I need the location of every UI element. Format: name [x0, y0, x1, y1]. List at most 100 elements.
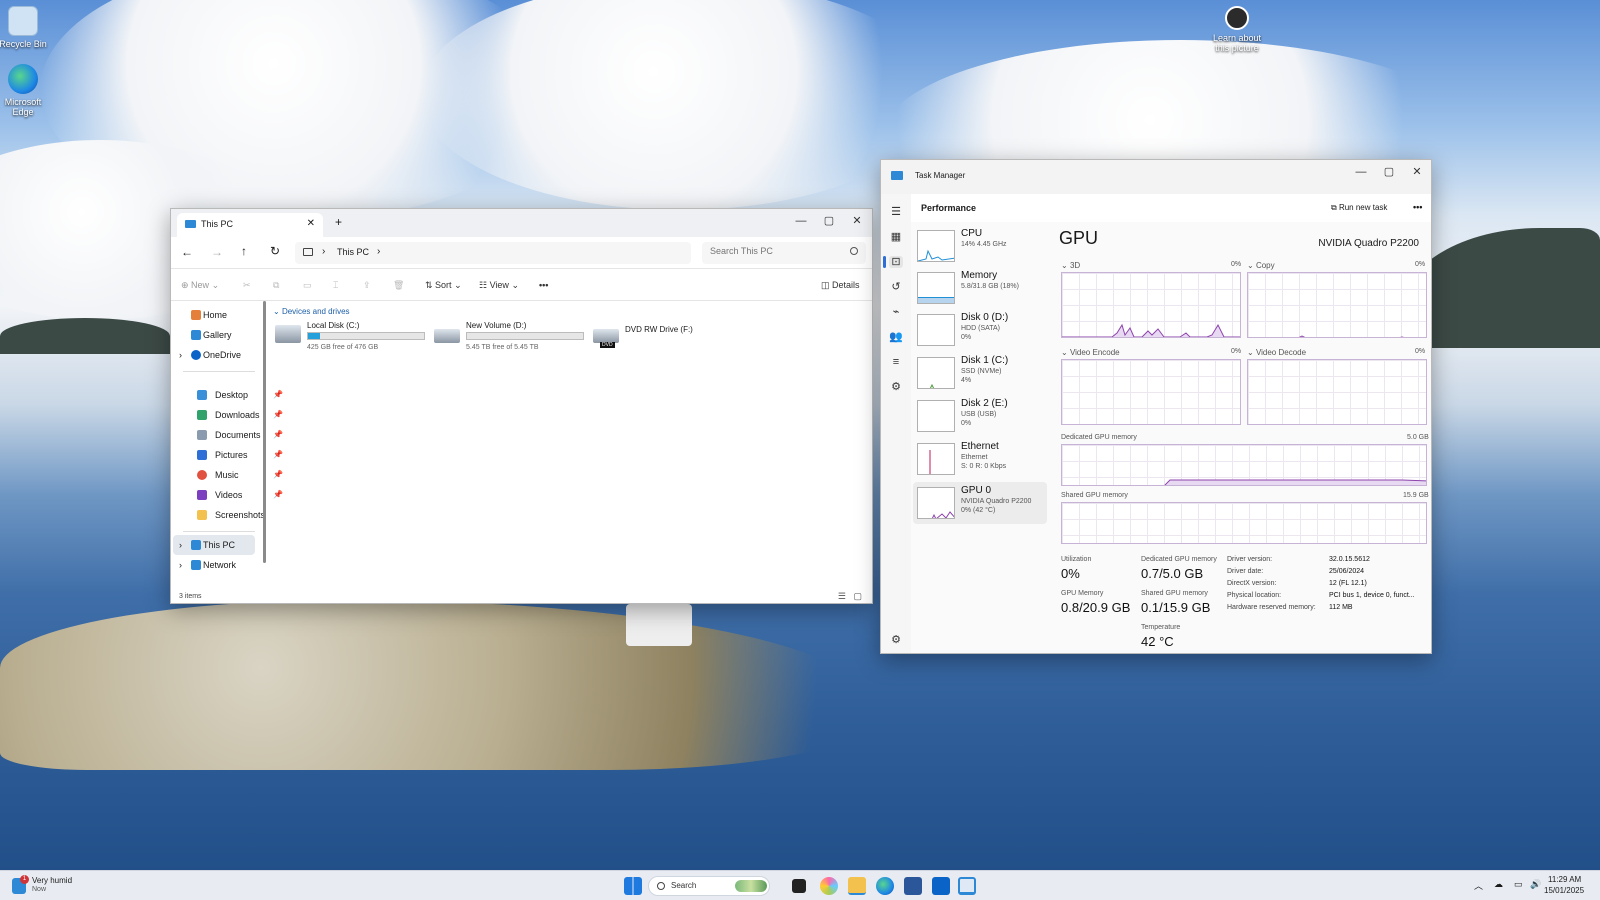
new-button[interactable]: ⊕ New ⌄ — [181, 275, 219, 295]
list-view-icon[interactable]: ☰ — [838, 591, 846, 602]
nav-network[interactable]: › Network — [173, 555, 255, 575]
perf-item-disk-2[interactable]: Disk 2 (E:) USB (USB) 0% — [917, 398, 1039, 440]
chevron-right-icon: › — [322, 246, 326, 257]
close-tab-icon[interactable]: ✕ — [307, 218, 315, 229]
search-icon — [850, 247, 858, 255]
detail-value: 32.0.15.5612 — [1329, 556, 1370, 563]
perf-item-cpu[interactable]: CPU 14% 4.45 GHz — [917, 228, 1039, 270]
sort-button[interactable]: ⇅ Sort ⌄ — [425, 275, 462, 295]
gallery-icon — [191, 330, 201, 340]
view-button[interactable]: ☷ View ⌄ — [479, 275, 519, 295]
more-options-button[interactable]: ••• — [539, 275, 548, 295]
maximize-icon[interactable]: ▢ — [1375, 160, 1403, 184]
perf-item-disk-1[interactable]: Disk 1 (C:) SSD (NVMe) 4% — [917, 355, 1039, 397]
gpu-heading: GPU — [1059, 228, 1099, 248]
engine-label-video-encode[interactable]: ⌄ Video Encode — [1061, 348, 1120, 357]
task-manager-icon[interactable] — [958, 877, 976, 895]
desktop-icon-recycle-bin[interactable]: Recycle Bin — [0, 6, 53, 49]
nav-scrollbar[interactable] — [263, 301, 266, 563]
minimize-icon[interactable]: — — [787, 209, 815, 233]
perf-resource-list: CPU 14% 4.45 GHz Memory 5.8/31.8 GB (18%… — [881, 224, 1047, 524]
chevron-right-icon: › — [179, 350, 182, 360]
detail-value: 12 (FL 12.1) — [1329, 580, 1367, 587]
forward-icon[interactable]: → — [211, 245, 223, 259]
detail-key: Driver version: — [1227, 556, 1273, 563]
copilot-icon[interactable] — [820, 877, 838, 895]
details-button[interactable]: ◫ Details — [821, 275, 860, 295]
cloud-icon[interactable]: ☁ — [1494, 879, 1503, 890]
search-input[interactable] — [710, 246, 840, 256]
explorer-tab-strip: This PC ✕ + — ▢ ✕ — [171, 209, 872, 237]
perf-item-memory[interactable]: Memory 5.8/31.8 GB (18%) — [917, 270, 1039, 312]
search-box[interactable] — [702, 242, 866, 264]
dedicated-stat-label: Dedicated GPU memory — [1141, 556, 1217, 563]
status-bar: 3 items ☰ ▢ — [171, 591, 872, 603]
address-bar[interactable]: › This PC › — [295, 242, 691, 264]
delete-icon[interactable]: 🗑 — [393, 275, 404, 295]
weather-widget[interactable]: 1 Very humid Now — [10, 875, 100, 897]
run-new-task-button[interactable]: ⧉ Run new task — [1331, 203, 1387, 213]
perf-item-gpu-0[interactable]: GPU 0 NVIDIA Quadro P2200 0% (42 °C) — [913, 482, 1047, 524]
engine-label-copy[interactable]: ⌄ Copy — [1247, 261, 1275, 270]
nav-onedrive[interactable]: › OneDrive — [171, 345, 255, 365]
drive-dvd-f[interactable]: DVD DVD RW Drive (F:) — [593, 321, 743, 357]
nav-home[interactable]: Home — [171, 305, 255, 325]
tiles-view-icon[interactable]: ▢ — [853, 591, 862, 602]
dvd-drive-icon — [593, 329, 619, 343]
rename-icon[interactable]: ⌶ — [333, 275, 338, 295]
network-icon — [191, 560, 201, 570]
new-tab-icon[interactable]: + — [335, 215, 342, 229]
back-icon[interactable]: ← — [181, 245, 193, 259]
maximize-icon[interactable]: ▢ — [815, 209, 843, 233]
close-icon[interactable]: ✕ — [1403, 160, 1431, 184]
share-icon[interactable]: ⇪ — [363, 275, 371, 295]
cut-icon[interactable]: ✂ — [243, 275, 251, 295]
gpu-detail-pane: GPU NVIDIA Quadro P2200 ⌄ 3D 0% ⌄ Copy 0… — [1051, 224, 1429, 653]
graph-dedicated-memory — [1061, 444, 1427, 486]
file-explorer-icon[interactable] — [848, 877, 866, 895]
drive-local-c[interactable]: Local Disk (C:) 425 GB free of 476 GB — [275, 321, 425, 357]
taskbar-search[interactable]: Search — [648, 876, 770, 896]
engine-label-video-decode[interactable]: ⌄ Video Decode — [1247, 348, 1306, 357]
drive-new-volume-d[interactable]: New Volume (D:) 5.45 TB free of 5.45 TB — [434, 321, 584, 357]
weather-subtitle: Now — [32, 886, 47, 893]
store-icon[interactable] — [904, 877, 922, 895]
edge-icon[interactable] — [876, 877, 894, 895]
settings-icon[interactable]: ⚙ — [889, 634, 903, 646]
volume-icon[interactable]: 🔊 — [1530, 879, 1541, 890]
utilization-label: Utilization — [1061, 556, 1092, 563]
shared-memory-label: Shared GPU memory — [1061, 492, 1128, 499]
cloud-icon — [191, 350, 201, 360]
refresh-icon[interactable]: ↻ — [270, 244, 280, 258]
chevron-up-icon[interactable]: ︿ — [1474, 879, 1483, 892]
hamburger-menu-icon[interactable]: ☰ — [889, 206, 903, 218]
desktop-icon-learn-picture[interactable]: Learn about this picture — [1207, 6, 1267, 53]
paste-icon[interactable]: ▭ — [303, 275, 312, 295]
up-icon[interactable]: ↑ — [241, 244, 247, 258]
task-view-icon[interactable] — [792, 879, 806, 893]
dedicated-memory-label: Dedicated GPU memory — [1061, 434, 1137, 441]
section-header[interactable]: ⌄ Devices and drives — [273, 307, 350, 316]
engine-label-3d[interactable]: ⌄ 3D — [1061, 261, 1080, 270]
start-icon[interactable] — [624, 877, 642, 895]
more-options-button[interactable]: ••• — [1413, 202, 1422, 212]
file-explorer-window: This PC ✕ + — ▢ ✕ ← → ↑ ↻ › This PC › ⊕ … — [170, 208, 873, 604]
perf-item-disk-0[interactable]: Disk 0 (D:) HDD (SATA) 0% — [917, 312, 1039, 354]
desktop-icon-edge[interactable]: Microsoft Edge — [0, 64, 53, 117]
copy-icon[interactable]: ⧉ — [273, 275, 279, 295]
nav-divider — [183, 531, 255, 532]
breadcrumb[interactable]: This PC — [337, 247, 369, 257]
shared-memory-max: 15.9 GB — [1403, 492, 1429, 499]
desktop-icon-label: Learn about this picture — [1212, 33, 1262, 53]
outlook-icon[interactable] — [932, 877, 950, 895]
clock-time[interactable]: 11:29 AM — [1548, 875, 1581, 884]
network-icon[interactable]: ▭ — [1514, 879, 1523, 890]
nav-this-pc[interactable]: › This PC — [173, 535, 255, 555]
close-icon[interactable]: ✕ — [843, 209, 871, 233]
detail-value: 25/06/2024 — [1329, 568, 1365, 575]
nav-gallery[interactable]: Gallery — [171, 325, 255, 345]
perf-item-ethernet[interactable]: Ethernet Ethernet S: 0 R: 0 Kbps — [917, 441, 1039, 483]
clock-date[interactable]: 15/01/2025 — [1544, 886, 1584, 895]
explorer-tab[interactable]: This PC ✕ — [177, 213, 323, 237]
minimize-icon[interactable]: — — [1347, 160, 1375, 184]
